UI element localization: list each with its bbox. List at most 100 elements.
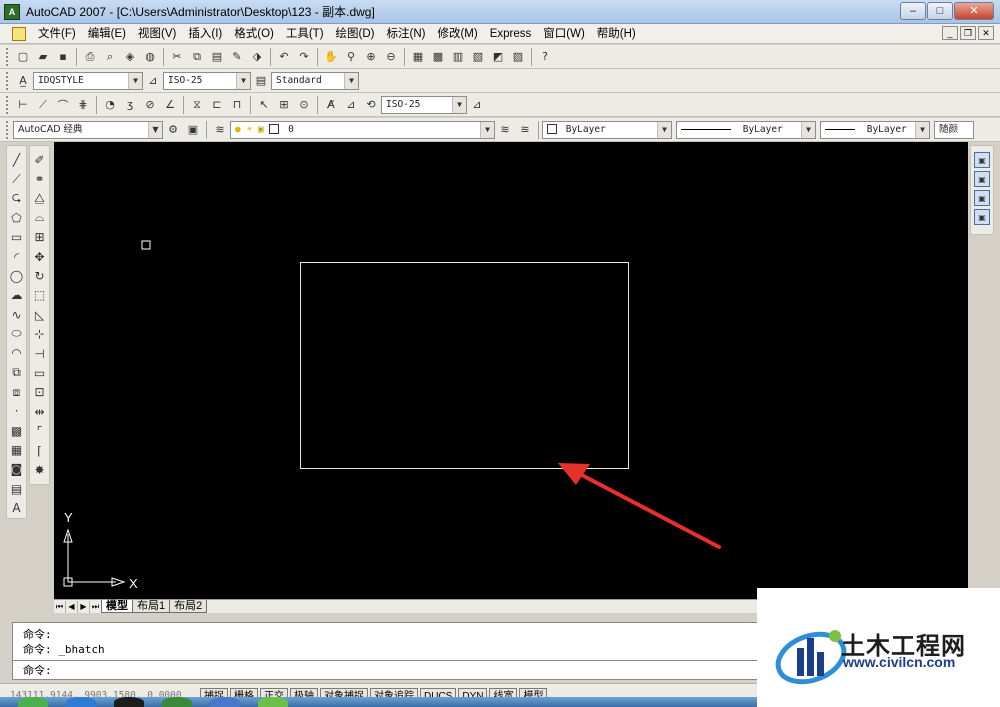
menu-file[interactable]: 文件(F) [32, 25, 82, 43]
doc-close-button[interactable]: ✕ [978, 26, 994, 40]
toolbar-grip[interactable] [6, 71, 10, 90]
doc-restore-button[interactable]: ❐ [960, 26, 976, 40]
paste-icon[interactable]: ▤ [207, 47, 227, 67]
move-icon[interactable]: ✥ [31, 247, 49, 266]
workspace-settings-icon[interactable]: ⚙ [163, 120, 183, 140]
toolbar-grip[interactable] [6, 120, 10, 139]
break-icon[interactable]: ⊡ [31, 383, 49, 402]
jogged-dim-icon[interactable]: ʒ [120, 95, 140, 115]
toolbar-grip[interactable] [6, 47, 10, 66]
arc-length-icon[interactable]: ⌒ [53, 95, 73, 115]
make-current-layer-icon[interactable]: ≋ [495, 120, 515, 140]
quick-leader-icon[interactable]: ↖ [254, 95, 274, 115]
menu-edit[interactable]: 编辑(E) [82, 25, 132, 43]
center-mark-icon[interactable]: ⊙ [294, 95, 314, 115]
quick-dim-icon[interactable]: ⧖ [187, 95, 207, 115]
redo-icon[interactable]: ↷ [294, 47, 314, 67]
dim-style-icon[interactable]: ⊿ [143, 71, 163, 91]
dim-style-select[interactable]: ISO-25 ▼ [163, 71, 251, 90]
calculator-icon[interactable]: ▨ [508, 47, 528, 67]
menu-window[interactable]: 窗口(W) [537, 25, 591, 43]
maximize-button[interactable]: □ [927, 2, 953, 20]
doc-minimize-button[interactable]: _ [942, 26, 958, 40]
menu-format[interactable]: 格式(O) [228, 25, 280, 43]
angular-dim-icon[interactable]: ∠ [160, 95, 180, 115]
plot-preview-icon[interactable]: ⌕ [100, 47, 120, 67]
aligned-dim-icon[interactable]: ⟋ [33, 95, 53, 115]
layer-manager-icon[interactable]: ≋ [210, 120, 230, 140]
gradient-icon[interactable]: ▦ [8, 440, 26, 459]
menu-help[interactable]: 帮助(H) [591, 25, 642, 43]
array-icon[interactable]: ⊞ [31, 228, 49, 247]
arc-icon[interactable]: ◜ [8, 247, 26, 266]
menu-draw[interactable]: 绘图(D) [330, 25, 381, 43]
send-to-back-icon[interactable]: ▣ [974, 171, 990, 187]
ordinate-dim-icon[interactable]: ⋕ [73, 95, 93, 115]
circle-icon[interactable]: ◯ [8, 266, 26, 285]
tab-layout1[interactable]: 布局1 [132, 600, 171, 613]
layer-select[interactable]: ● ☀ ▣ 0 ▼ [230, 120, 495, 139]
copy-icon[interactable]: ⧉ [187, 47, 207, 67]
line-icon[interactable]: ╱ [8, 150, 26, 169]
polyline-icon[interactable]: ⮎ [8, 189, 26, 208]
chevron-down-icon[interactable]: ▼ [480, 121, 494, 138]
dim-style-manager-icon[interactable]: ⊿ [467, 95, 487, 115]
extend-icon[interactable]: ⊣ [31, 344, 49, 363]
markup-icon[interactable]: ◩ [488, 47, 508, 67]
chevron-down-icon[interactable]: ▼ [915, 121, 929, 138]
point-icon[interactable]: · [8, 402, 26, 421]
sheet-set-icon[interactable]: ▧ [468, 47, 488, 67]
construction-line-icon[interactable]: ⟋ [8, 169, 26, 188]
dim-text-edit-icon[interactable]: ⊿ [341, 95, 361, 115]
publish-icon[interactable]: ◈ [120, 47, 140, 67]
table-style-icon[interactable]: ▤ [251, 71, 271, 91]
erase-icon[interactable]: ✐ [31, 150, 49, 169]
explode-icon[interactable]: ✸ [31, 460, 49, 479]
taskbar-app-icon[interactable] [66, 697, 96, 707]
mirror-icon[interactable]: ⧋ [31, 189, 49, 208]
table-icon[interactable]: ▤ [8, 479, 26, 498]
cut-icon[interactable]: ✂ [167, 47, 187, 67]
prev-tab-icon[interactable]: ◀ [66, 600, 78, 613]
new-icon[interactable]: ▢ [13, 47, 33, 67]
chevron-down-icon[interactable]: ▼ [657, 121, 671, 138]
plot-icon[interactable]: ⎙ [80, 47, 100, 67]
menu-express[interactable]: Express [484, 25, 538, 43]
tab-layout2[interactable]: 布局2 [169, 600, 208, 613]
drawing-canvas[interactable]: Y X [54, 142, 968, 599]
acad-icon[interactable]: A [4, 3, 20, 20]
close-button[interactable]: ✕ [954, 2, 994, 20]
design-center-icon[interactable]: ▩ [428, 47, 448, 67]
chevron-down-icon[interactable]: ▼ [148, 121, 162, 138]
properties-icon[interactable]: ▦ [408, 47, 428, 67]
help-icon[interactable]: ? [535, 47, 555, 67]
my-workspace-icon[interactable]: ▣ [183, 120, 203, 140]
chevron-down-icon[interactable]: ▼ [128, 72, 142, 89]
multiline-text-icon[interactable]: A [8, 499, 26, 518]
send-under-icon[interactable]: ▣ [974, 209, 990, 225]
ellipse-icon[interactable]: ⬭ [8, 324, 26, 343]
menu-view[interactable]: 视图(V) [132, 25, 182, 43]
lineweight-control-select[interactable]: ByLayer ▼ [820, 120, 930, 139]
taskbar-app-icon[interactable] [210, 697, 240, 707]
join-icon[interactable]: ⇹ [31, 402, 49, 421]
table-style-select[interactable]: Standard ▼ [271, 71, 359, 90]
taskbar-app-icon[interactable] [162, 697, 192, 707]
bring-above-icon[interactable]: ▣ [974, 190, 990, 206]
trim-icon[interactable]: ⊹ [31, 325, 49, 344]
menu-tools[interactable]: 工具(T) [280, 25, 330, 43]
copy-object-icon[interactable]: ⚭ [31, 169, 49, 188]
region-icon[interactable]: ◙ [8, 460, 26, 479]
fillet-icon[interactable]: ⌈ [31, 441, 49, 460]
scale-icon[interactable]: ⬚ [31, 286, 49, 305]
tool-palettes-icon[interactable]: ▥ [448, 47, 468, 67]
toolbar-grip[interactable] [6, 95, 10, 114]
open-icon[interactable]: ▰ [33, 47, 53, 67]
block-editor-icon[interactable]: ⬗ [247, 47, 267, 67]
tolerance-icon[interactable]: ⊞ [274, 95, 294, 115]
save-icon[interactable]: ▪ [53, 47, 73, 67]
zoom-previous-icon[interactable]: ⊖ [381, 47, 401, 67]
workspace-select[interactable]: AutoCAD 经典 ▼ [13, 120, 163, 139]
offset-icon[interactable]: ⌓ [31, 208, 49, 227]
first-tab-icon[interactable]: ⏮ [54, 600, 66, 613]
